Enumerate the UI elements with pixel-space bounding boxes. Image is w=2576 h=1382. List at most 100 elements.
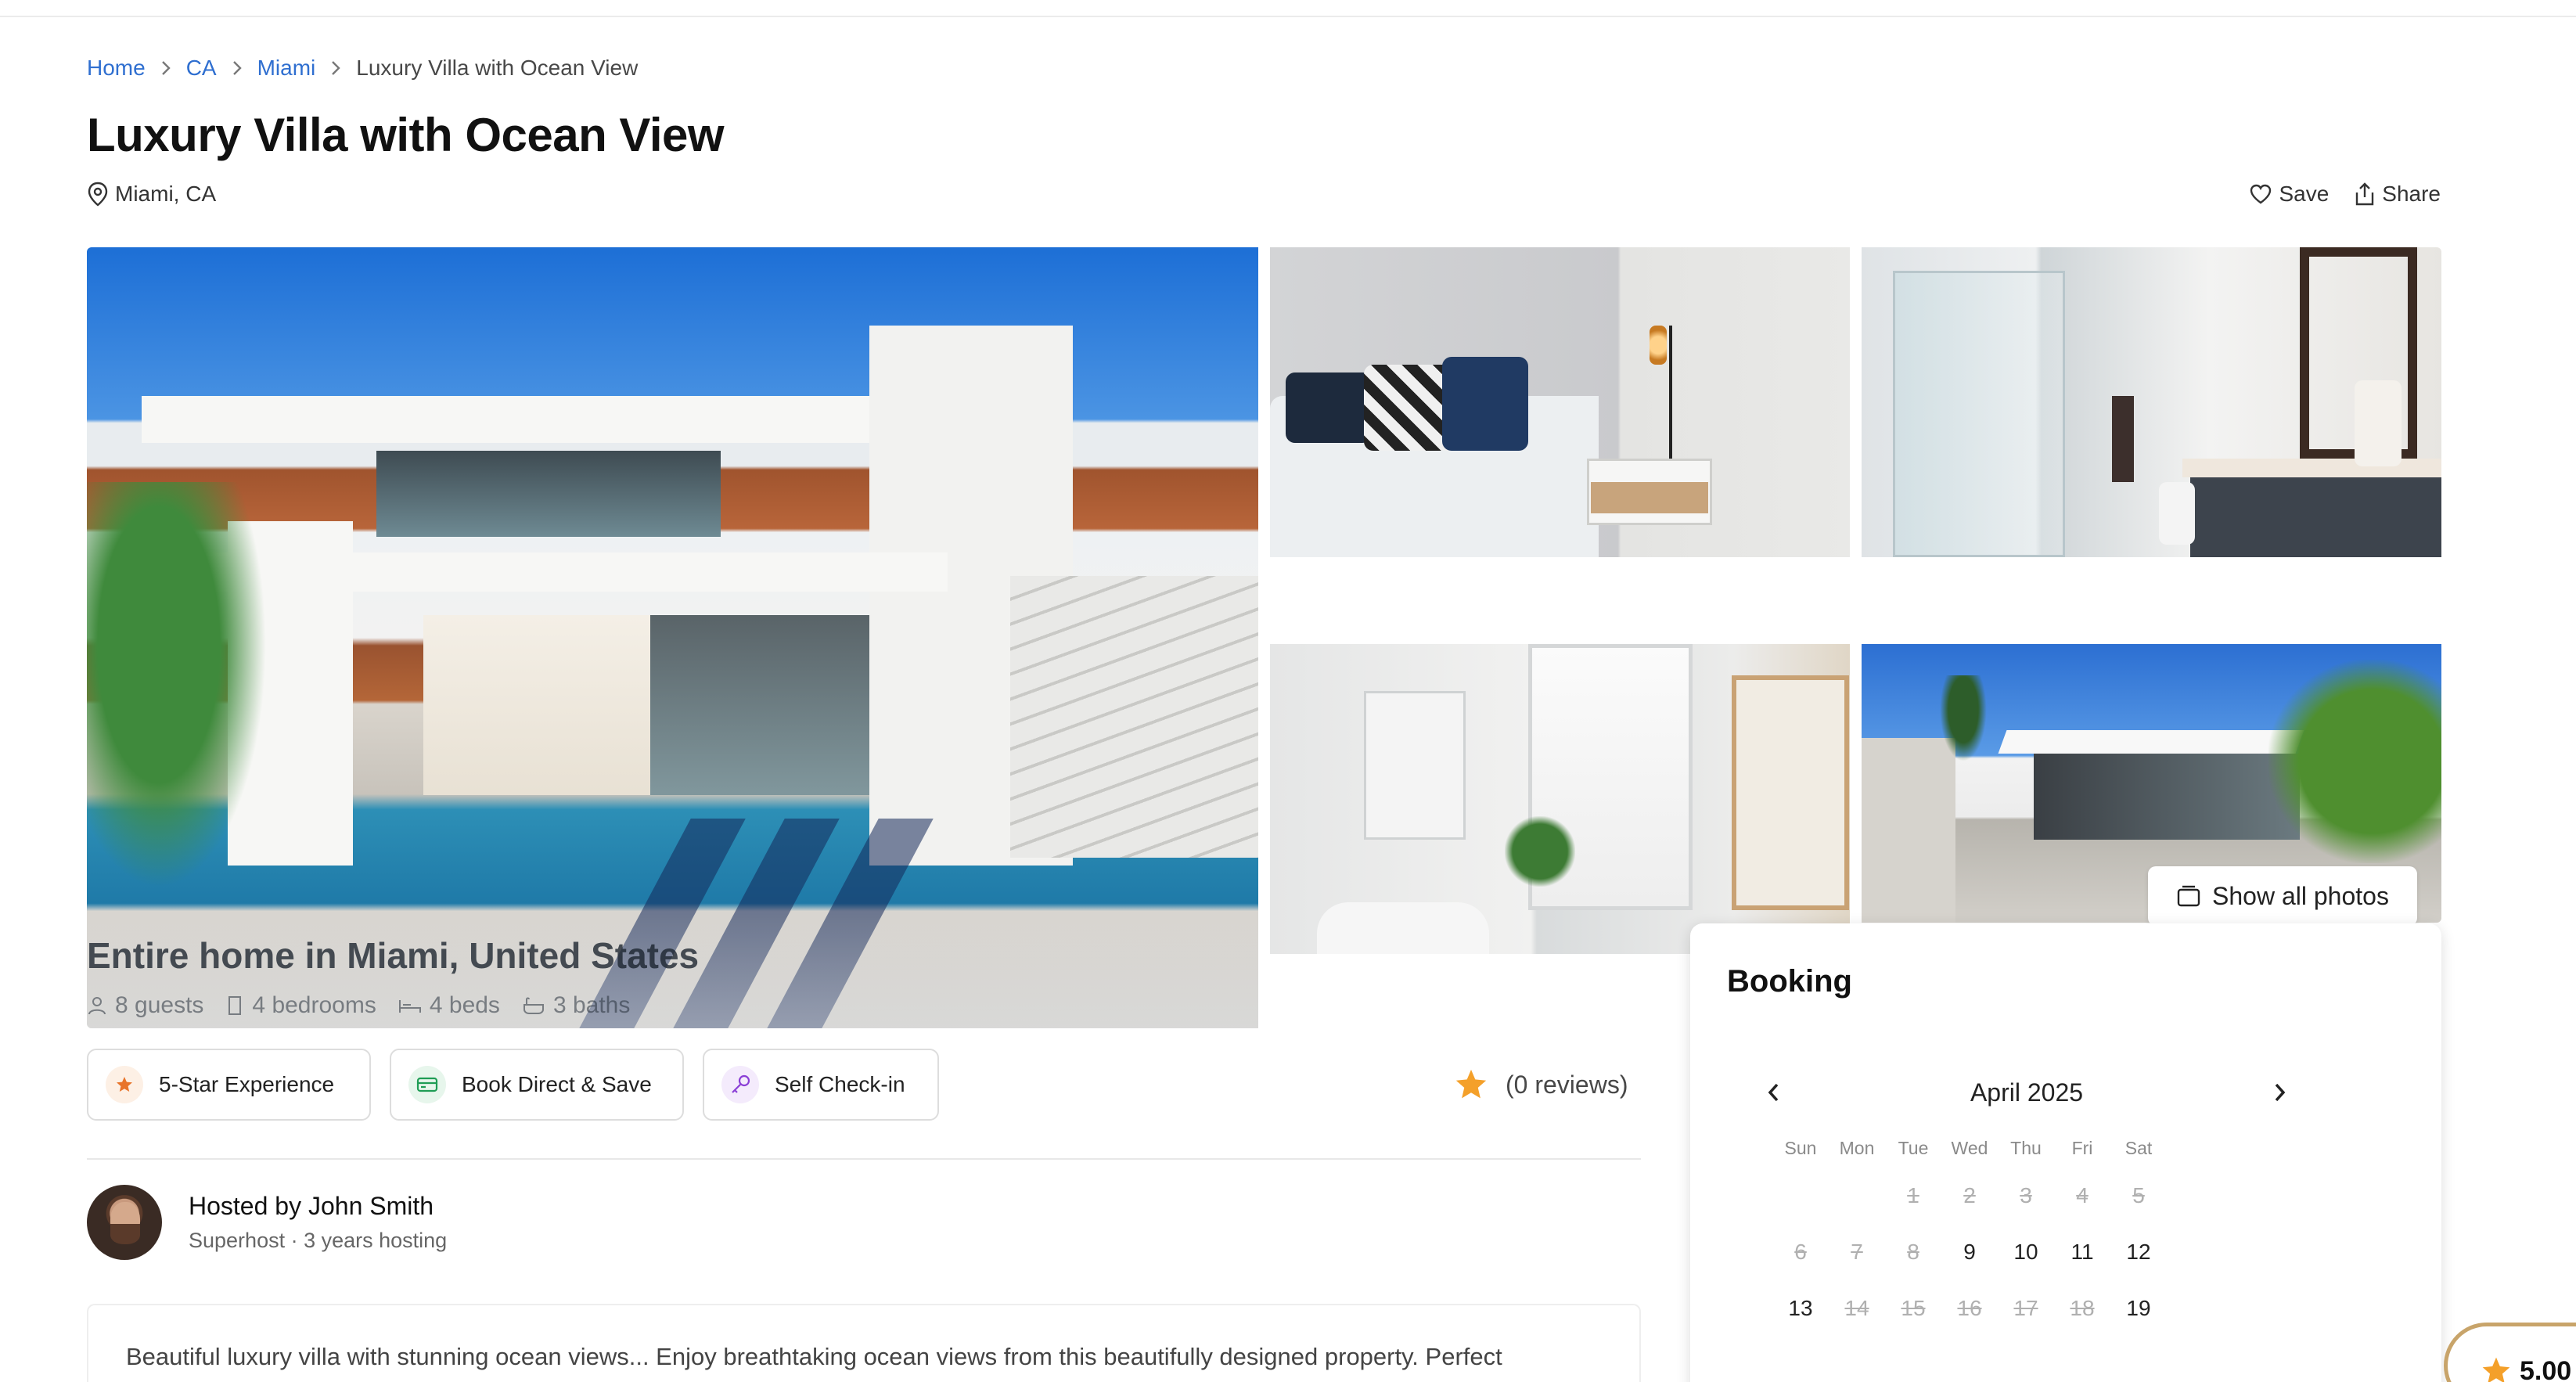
breadcrumb: Home CA Miami Luxury Villa with Ocean Vi… [87,55,638,81]
villa-stairs [1010,576,1258,858]
caption-facts: 8 guests 4 bedrooms 4 beds 3 baths [87,992,630,1019]
share-icon [2356,182,2374,206]
day-name: Sat [2124,1137,2153,1158]
bath-icon [523,997,544,1014]
breadcrumb-current: Luxury Villa with Ocean View [356,56,639,80]
lamp [1650,326,1667,365]
prev-month-button[interactable] [1753,1072,1793,1113]
palm-trees [87,482,267,889]
calendar-day[interactable]: 19 [2110,1296,2167,1321]
photo-caption: Entire home in Miami, United States 8 gu… [87,911,1258,1028]
day-name: Tue [1898,1137,1929,1158]
door-icon [228,996,242,1015]
vase [2355,380,2402,466]
listing-actions: Save Share [2224,178,2441,210]
next-month-button[interactable] [2260,1072,2301,1113]
calendar-day-unavailable: 15 [1901,1296,1926,1320]
breadcrumb-city[interactable]: Miami [257,56,316,81]
palm-tree [1940,675,1987,761]
chip-label: 5-Star Experience [159,1072,335,1096]
pillow [1442,357,1528,451]
users-icon [88,997,106,1015]
highlight-self-checkin[interactable]: Self Check-in [703,1049,939,1121]
credit-card-icon [408,1066,446,1103]
countertop [2182,459,2441,477]
calendar-day-unavailable: 18 [2070,1296,2095,1320]
show-all-photos-button[interactable]: Show all photos [2148,866,2417,926]
description-card: Beautiful luxury villa with stunning oce… [87,1304,1641,1382]
section-divider [87,1158,1641,1160]
calendar-day-unavailable: 5 [2132,1183,2145,1207]
show-all-photos-label: Show all photos [2212,881,2389,910]
calendar-week: 1 2 3 4 5 [1772,1168,2226,1224]
save-label: Save [2279,182,2330,206]
page-title: Luxury Villa with Ocean View [87,109,725,161]
location-text: Miami, CA [115,182,217,206]
toilet [2159,482,2195,545]
rating-value: 5.00 [2520,1356,2572,1382]
calendar-day[interactable]: 13 [1772,1296,1829,1321]
wall [1862,738,1955,923]
avatar-beard [110,1224,140,1244]
bathroom-photo[interactable] [1862,247,2441,557]
calendar-day[interactable]: 10 [1998,1240,2054,1265]
calendar-month: April 2025 [1970,1078,2084,1107]
calendar-day-unavailable: 6 [1794,1240,1807,1264]
highlight-book-direct[interactable]: Book Direct & Save [390,1049,684,1121]
villa-glass-doors [650,615,869,795]
map-pin-icon [88,182,108,207]
chevron-left-icon [1768,1083,1779,1102]
calendar-day-unavailable: 14 [1844,1296,1869,1320]
highlight-5-star[interactable]: 5-Star Experience [87,1049,371,1121]
plant [1505,816,1575,887]
listing-location: Miami, CA [87,180,216,208]
host-subtitle: Superhost · 3 years hosting [189,1229,448,1252]
chip-label: Book Direct & Save [462,1072,652,1096]
booking-panel: Booking April 2025 Sun Mon Tue Wed Thu Fri Sat… [1690,923,2441,1382]
chevron-right-icon [146,55,186,81]
calendar-day[interactable]: 12 [2110,1240,2167,1265]
calendar-day[interactable]: 11 [2054,1240,2110,1265]
calendar-day-names: Sun Mon Tue Wed Thu Fri Sat [1772,1128,2226,1168]
save-button[interactable]: Save [2249,182,2329,207]
top-bar [0,0,2576,17]
bedroom-photo[interactable] [1270,247,1850,557]
nightstand-drawer [1591,482,1708,513]
calendar-day-unavailable: 16 [1957,1296,1982,1320]
host-name: Hosted by John Smith [189,1192,434,1220]
day-name: Sun [1784,1137,1817,1158]
glass-walls [2034,754,2300,840]
day-name: Wed [1951,1137,1988,1158]
calendar-day-unavailable: 3 [2020,1183,2032,1207]
calendar-day-unavailable: 1 [1907,1183,1919,1207]
vanity [2190,474,2441,557]
calendar-header: April 2025 [1753,1072,2301,1113]
calendar-day-unavailable: 4 [2076,1183,2089,1207]
chip-label: Self Check-in [775,1072,905,1096]
calendar-day-unavailable: 8 [1907,1240,1919,1264]
fact-beds: 4 beds [398,992,500,1019]
calendar-week: 6 7 8 9 10 11 12 [1772,1224,2226,1280]
rating-badge[interactable]: 5.00 [2444,1323,2576,1382]
chevron-right-icon [315,55,356,81]
bathroom-photo-2[interactable] [1270,644,1850,954]
calendar-day[interactable]: 9 [1941,1240,1998,1265]
share-button[interactable]: Share [2354,182,2441,207]
listing-rating[interactable]: (0 reviews) [1454,1066,1628,1103]
calendar-week: 13 14 15 16 17 18 19 [1772,1280,2226,1337]
breadcrumb-home[interactable]: Home [87,56,146,81]
main-photo[interactable]: Entire home in Miami, United States 8 gu… [87,247,1258,1028]
star-icon [2482,1357,2510,1382]
bed-icon [398,1000,421,1013]
description-text: Beautiful luxury villa with stunning oce… [126,1343,1502,1370]
avatar[interactable] [87,1185,162,1260]
photo-stack-icon [2177,885,2200,907]
mirror [1364,691,1466,840]
key-icon [721,1066,759,1103]
villa-upper-windows [376,451,721,537]
towel [2112,396,2134,482]
breadcrumb-state[interactable]: CA [186,56,217,81]
fact-guests: 8 guests [87,992,203,1019]
day-name: Mon [1839,1137,1875,1158]
calendar-day-unavailable: 2 [1963,1183,1976,1207]
